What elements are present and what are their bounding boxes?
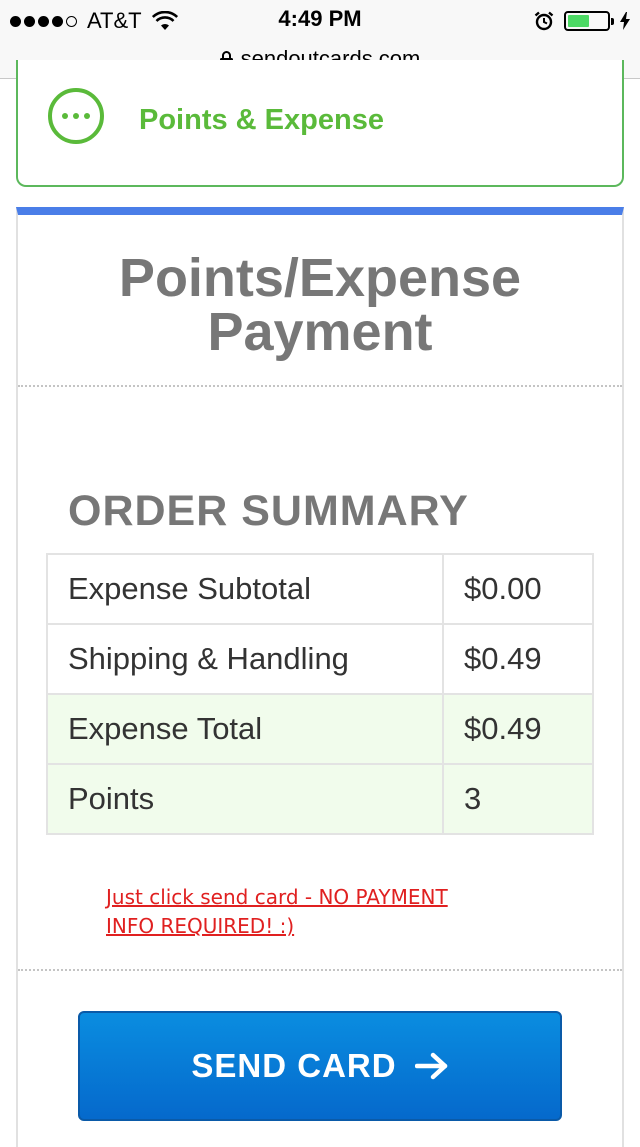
section-title: Points & Expense	[139, 104, 384, 136]
row-label: Points	[47, 764, 443, 835]
status-bar: AT&T 4:49 PM	[0, 0, 640, 40]
row-value: 3	[442, 764, 593, 835]
row-label: Expense Total	[47, 694, 443, 765]
row-label: Expense Subtotal	[47, 554, 443, 625]
status-right	[534, 8, 630, 34]
charging-bolt-icon	[620, 12, 630, 30]
no-payment-note: Just click send card - NO PAYMENT INFO R…	[106, 885, 448, 938]
points-expense-header[interactable]: Points & Expense	[16, 60, 624, 187]
table-row: Shipping & Handling $0.49	[47, 624, 593, 695]
send-card-label: SEND CARD	[191, 1047, 397, 1084]
table-row-points: Points 3	[47, 764, 593, 835]
divider	[18, 969, 622, 971]
row-value: $0.49	[442, 624, 593, 695]
alarm-clock-icon	[534, 11, 554, 31]
table-row: Expense Subtotal $0.00	[47, 554, 593, 625]
row-label: Shipping & Handling	[47, 624, 443, 695]
order-summary-table: Expense Subtotal $0.00 Shipping & Handli…	[46, 553, 594, 835]
table-row-total: Expense Total $0.49	[47, 694, 593, 765]
payment-card: Points/Expense Payment ORDER SUMMARY Exp…	[16, 207, 624, 1147]
more-dots-circle-icon	[48, 88, 104, 144]
page-title-text: Points/Expense Payment	[118, 248, 522, 362]
row-value: $0.49	[442, 694, 593, 765]
battery-icon	[564, 11, 614, 31]
arrow-right-icon	[414, 1052, 447, 1080]
send-card-button[interactable]: SEND CARD	[78, 1011, 562, 1121]
row-value: $0.00	[442, 554, 593, 625]
order-summary-heading: ORDER SUMMARY	[68, 487, 469, 535]
page-title: Points/Expense Payment	[18, 251, 622, 359]
divider	[18, 385, 622, 387]
